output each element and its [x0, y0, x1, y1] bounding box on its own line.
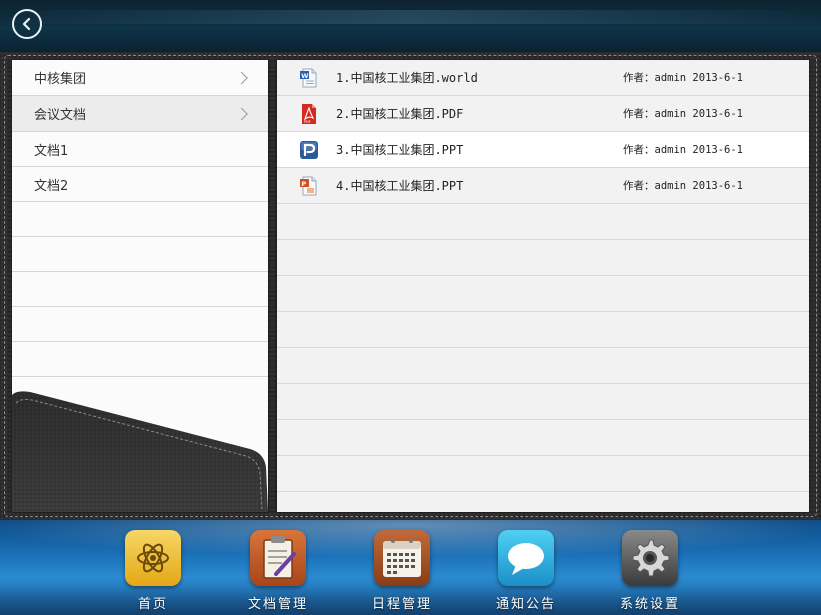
sidebar-item-meeting-docs[interactable]: 会议文档 — [12, 96, 268, 132]
file-row[interactable]: 3.中国核工业集团.PPT 作者：admin 2013-6-1 — [277, 132, 809, 168]
sidebar-item-label: 中核集团 — [34, 72, 87, 87]
sidebar-empty-row — [12, 272, 268, 307]
clipboard-pen-icon — [250, 530, 306, 586]
dock-item-label: 首页 — [137, 597, 168, 612]
file-meta: 作者：admin 2013-6-1 — [623, 180, 744, 192]
sidebar-item-doc1[interactable]: 文档1 — [12, 132, 268, 167]
dock-item-label: 日程管理 — [371, 597, 432, 612]
sidebar-empty-row — [12, 202, 268, 237]
back-button[interactable] — [12, 9, 42, 39]
file-row[interactable]: PDF 2.中国核工业集团.PDF 作者：admin 2013-6-1 — [277, 96, 809, 132]
speech-bubble-icon — [498, 530, 554, 586]
svg-text:W: W — [301, 72, 308, 80]
file-row[interactable]: P 4.中国核工业集团.PPT 作者：admin 2013-6-1 — [277, 168, 809, 204]
document-list: W 1.中国核工业集团.world 作者：admin 2013-6-1 PDF … — [277, 60, 809, 512]
gear-icon — [622, 530, 678, 586]
file-meta: 作者：admin 2013-6-1 — [623, 72, 744, 84]
sidebar-item-doc2[interactable]: 文档2 — [12, 167, 268, 202]
dock-item-label: 系统设置 — [619, 597, 680, 612]
empty-row — [277, 384, 809, 420]
file-name: 4.中国核工业集团.PPT — [336, 179, 464, 193]
sidebar-item-zhonghe-group[interactable]: 中核集团 — [12, 60, 268, 96]
file-meta: 作者：admin 2013-6-1 — [623, 108, 744, 120]
dock-item-schedule[interactable]: 日程管理 — [362, 530, 442, 614]
empty-row — [277, 276, 809, 312]
category-sidebar: 中核集团 会议文档 文档1 文档2 — [12, 60, 268, 512]
back-arrow-icon — [22, 17, 31, 31]
chevron-right-icon — [235, 107, 248, 120]
dock-item-home[interactable]: 首页 — [113, 530, 193, 614]
pdf-icon: PDF — [302, 104, 316, 124]
file-meta: 作者：admin 2013-6-1 — [623, 144, 744, 156]
dock-item-settings[interactable]: 系统设置 — [610, 530, 690, 614]
ppt-doc-icon: P — [300, 176, 317, 196]
sidebar-empty-row — [12, 237, 268, 272]
file-name: 3.中国核工业集团.PPT — [336, 143, 464, 157]
empty-row — [277, 312, 809, 348]
file-row[interactable]: W 1.中国核工业集团.world 作者：admin 2013-6-1 — [277, 60, 809, 96]
dock-item-label: 通知公告 — [495, 597, 556, 612]
svg-text:P: P — [301, 180, 306, 188]
file-name: 2.中国核工业集团.PDF — [336, 107, 464, 121]
empty-row — [277, 204, 809, 240]
chevron-right-icon — [235, 71, 248, 84]
calendar-icon — [374, 530, 430, 586]
top-bar — [0, 0, 821, 53]
sidebar-item-label: 文档2 — [34, 178, 69, 194]
sidebar-item-label: 会议文档 — [34, 108, 87, 123]
ppt-icon — [300, 141, 318, 159]
empty-row — [277, 420, 809, 456]
sidebar-empty-row — [12, 307, 268, 342]
dock-item-label: 文档管理 — [247, 597, 308, 612]
empty-row — [277, 456, 809, 492]
dock-item-documents[interactable]: 文档管理 — [238, 530, 318, 614]
dock-item-notices[interactable]: 通知公告 — [486, 530, 566, 614]
atom-icon — [125, 530, 181, 586]
word-doc-icon: W — [300, 68, 317, 88]
sidebar-empty-row — [12, 342, 268, 377]
leather-cover-corner — [12, 391, 268, 512]
svg-text:PDF: PDF — [304, 120, 311, 124]
empty-row — [277, 240, 809, 276]
bottom-dock: 首页 文档管理 日程管理 通知公告 系统设置 — [0, 520, 821, 615]
sidebar-item-label: 文档1 — [34, 143, 69, 159]
file-name: 1.中国核工业集团.world — [336, 71, 478, 85]
empty-row — [277, 348, 809, 384]
